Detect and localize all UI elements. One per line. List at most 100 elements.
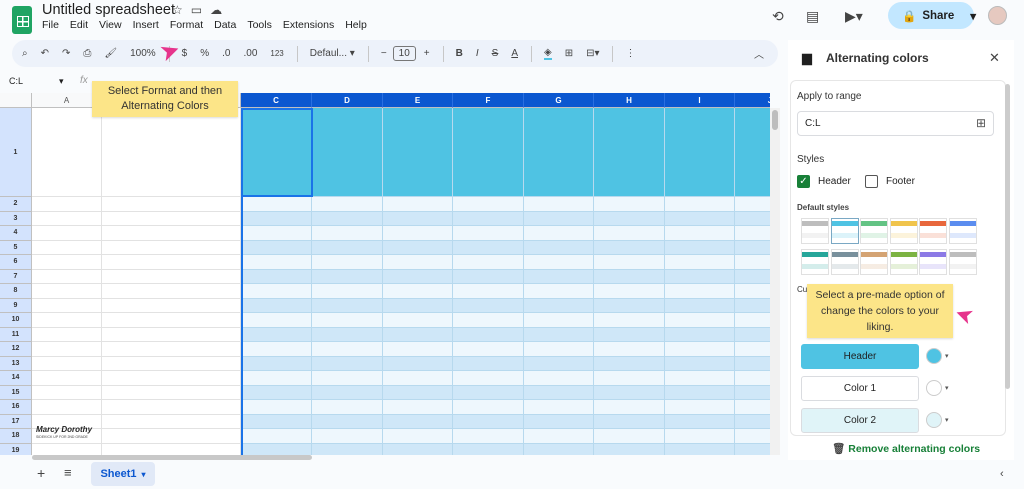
row-header-19[interactable]: 19 <box>0 443 32 455</box>
cell-b10[interactable] <box>102 313 241 328</box>
cell-b6[interactable] <box>102 255 241 270</box>
fill-color-icon[interactable]: ◈ <box>543 47 552 60</box>
cell-a1[interactable] <box>32 108 102 197</box>
chevron-down-icon[interactable]: ▾ <box>970 9 976 23</box>
remove-alternating-colors-button[interactable]: 🗑 Remove alternating colors <box>832 442 980 455</box>
row-header-4[interactable]: 4 <box>0 226 32 241</box>
row-header-13[interactable]: 13 <box>0 356 32 371</box>
sheet-tab[interactable]: Sheet1 ▾ <box>91 462 155 486</box>
all-sheets-icon[interactable]: ≡ <box>64 465 72 480</box>
style-swatch-9[interactable] <box>860 249 888 275</box>
merge-cells-icon[interactable]: ⊟▾ <box>586 48 599 59</box>
borders-icon[interactable]: ⊞ <box>565 48 573 59</box>
cell-a13[interactable] <box>32 356 102 371</box>
panel-scrollbar[interactable] <box>1005 84 1010 389</box>
font-size-increase[interactable]: + <box>424 48 430 59</box>
spreadsheet-grid[interactable]: ABCDEFGHIJ12345678910111213141516171819M… <box>0 93 770 455</box>
color1-picker[interactable]: ▾ <box>926 377 954 399</box>
row-header-6[interactable]: 6 <box>0 255 32 270</box>
row-header-12[interactable]: 12 <box>0 342 32 357</box>
row-header-18[interactable]: 18 <box>0 429 32 444</box>
cell-b16[interactable] <box>102 400 241 415</box>
row-header-15[interactable]: 15 <box>0 385 32 400</box>
cell-b19[interactable] <box>102 443 241 455</box>
italic-button[interactable]: I <box>476 48 479 59</box>
cell-a14[interactable] <box>32 371 102 386</box>
style-swatch-4[interactable] <box>889 218 918 244</box>
cell-b4[interactable] <box>102 226 241 241</box>
decrease-decimal-button[interactable]: .0 <box>222 48 230 59</box>
cell-a2[interactable] <box>32 197 102 212</box>
expand-panel-icon[interactable]: ‹ <box>1000 468 1004 480</box>
row-header-11[interactable]: 11 <box>0 327 32 342</box>
cell-a19[interactable] <box>32 443 102 455</box>
cell-b9[interactable] <box>102 298 241 313</box>
font-size-decrease[interactable]: − <box>381 48 387 59</box>
cell-a8[interactable] <box>32 284 102 299</box>
grid-select-icon[interactable]: ⊞ <box>976 116 986 130</box>
menu-view[interactable]: View <box>99 19 122 31</box>
column-header-i[interactable]: I <box>665 93 735 108</box>
menu-data[interactable]: Data <box>214 19 236 31</box>
vertical-scrollbar[interactable] <box>770 108 780 455</box>
cell-a5[interactable] <box>32 240 102 255</box>
print-icon[interactable]: ⎙ <box>83 48 91 59</box>
text-color-button[interactable]: A <box>511 48 518 59</box>
font-size-input[interactable]: 10 <box>392 46 416 61</box>
menu-extensions[interactable]: Extensions <box>283 19 334 31</box>
cell-b13[interactable] <box>102 356 241 371</box>
menu-file[interactable]: File <box>42 19 59 31</box>
percent-button[interactable]: % <box>200 48 209 59</box>
collapse-toolbar-icon[interactable]: ︿ <box>754 46 764 61</box>
row-header-7[interactable]: 7 <box>0 269 32 284</box>
redo-icon[interactable]: ↷ <box>62 48 70 59</box>
row-header-2[interactable]: 2 <box>0 197 32 212</box>
column-header-j[interactable]: J <box>735 93 770 108</box>
style-swatch-3[interactable] <box>860 218 888 244</box>
row-header-9[interactable]: 9 <box>0 298 32 313</box>
cell-a11[interactable] <box>32 327 102 342</box>
name-box[interactable]: C:L ▾ <box>9 76 64 87</box>
meet-icon[interactable]: ▶▾ <box>845 8 863 25</box>
cell-a4[interactable] <box>32 226 102 241</box>
footer-checkbox[interactable] <box>865 175 878 188</box>
menu-insert[interactable]: Insert <box>133 19 159 31</box>
column-header-d[interactable]: D <box>312 93 383 108</box>
cell-b17[interactable] <box>102 414 241 429</box>
cell-b1[interactable] <box>102 108 241 197</box>
add-sheet-icon[interactable]: + <box>37 465 45 481</box>
header-checkbox[interactable]: ✓ <box>797 175 810 188</box>
row-header-5[interactable]: 5 <box>0 240 32 255</box>
cell-a16[interactable] <box>32 400 102 415</box>
header-color-picker[interactable]: ▾ <box>926 345 954 367</box>
cell-b3[interactable] <box>102 211 241 226</box>
cell-a6[interactable] <box>32 255 102 270</box>
color2-picker[interactable]: ▾ <box>926 409 954 431</box>
cell-a10[interactable] <box>32 313 102 328</box>
scroll-thumb[interactable] <box>772 110 778 130</box>
avatar[interactable] <box>988 6 1007 25</box>
move-folder-icon[interactable]: ▭ <box>191 3 210 17</box>
row-header-8[interactable]: 8 <box>0 284 32 299</box>
footer-checkbox-row[interactable]: Footer <box>865 175 915 188</box>
column-header-g[interactable]: G <box>524 93 594 108</box>
chevron-down-icon[interactable]: ▾ <box>59 76 64 86</box>
row-header-10[interactable]: 10 <box>0 313 32 328</box>
font-select[interactable]: Defaul... ▾ <box>310 48 355 59</box>
comment-icon[interactable]: ▤ <box>806 8 819 25</box>
column-header-f[interactable]: F <box>453 93 524 108</box>
cell-a12[interactable] <box>32 342 102 357</box>
style-swatch-5[interactable] <box>919 218 947 244</box>
column-header-c[interactable]: C <box>241 93 312 108</box>
style-swatch-11[interactable] <box>919 249 947 275</box>
sheets-logo[interactable] <box>12 6 32 34</box>
cell-b18[interactable] <box>102 429 241 444</box>
menu-help[interactable]: Help <box>345 19 367 31</box>
paint-format-icon[interactable]: 🖌 <box>104 48 117 59</box>
chevron-down-icon[interactable]: ▾ <box>142 470 146 479</box>
color1-button[interactable]: Color 1 <box>801 376 919 401</box>
close-icon[interactable]: ✕ <box>989 50 1000 66</box>
cell-a7[interactable] <box>32 269 102 284</box>
header-color-button[interactable]: Header <box>801 344 919 369</box>
cell-a3[interactable] <box>32 211 102 226</box>
